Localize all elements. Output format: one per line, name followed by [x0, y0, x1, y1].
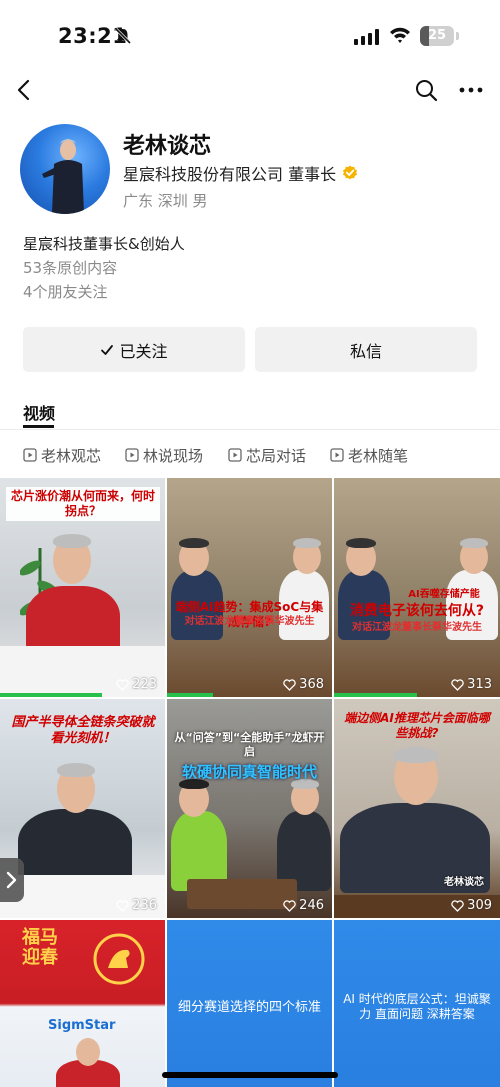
like-count-text: 313	[467, 677, 492, 692]
logo-text: SigmStar	[48, 1018, 116, 1033]
playlist-icon	[228, 448, 242, 462]
status-bar: 23:21 25	[0, 0, 500, 72]
person-face	[76, 1038, 100, 1066]
avatar-image	[42, 139, 84, 214]
verified-badge-icon	[343, 165, 358, 180]
video-thumbnail[interactable]: 从“问答”到“全能助手”龙虾开启 软硬协同真智能时代 246	[167, 699, 332, 918]
search-icon[interactable]	[414, 78, 438, 102]
home-indicator[interactable]	[162, 1072, 338, 1078]
bio-title: 星宸科技董事长&创始人	[23, 235, 185, 253]
chevron-right-icon	[6, 871, 17, 889]
verification-line: 星宸科技股份有限公司 董事长	[123, 162, 358, 184]
signal-icon	[354, 29, 379, 45]
message-button[interactable]: 私信	[255, 327, 477, 372]
chip-linshuo-xianchang[interactable]: 林说现场	[125, 445, 203, 465]
followed-button[interactable]: 已关注	[23, 327, 245, 372]
nav-bar	[0, 72, 500, 108]
video-topline: 从“问答”到“全能助手”龙虾开启	[174, 731, 325, 758]
chip-laolin-guanxin[interactable]: 老林观芯	[23, 445, 101, 465]
person-hair	[394, 747, 438, 763]
like-count: 223	[116, 677, 157, 692]
video-caption: AI 时代的底层公式：坦诚聚力 直面问题 深耕答案	[343, 992, 491, 1021]
video-thumbnail[interactable]: 福马迎春 SigmStar	[0, 920, 165, 1087]
video-subcaption: 对话江波龙董事长蔡华波先生	[184, 616, 315, 627]
playlist-icon	[330, 448, 344, 462]
avatar[interactable]	[20, 124, 110, 214]
original-content-count[interactable]: 53条原创内容	[23, 257, 117, 278]
chip-label: 老林随笔	[348, 446, 409, 465]
heart-icon	[451, 678, 464, 691]
heart-icon	[451, 899, 464, 912]
watch-progress-bar	[167, 693, 214, 697]
chip-label: 林说现场	[143, 446, 204, 465]
watch-progress-bar	[0, 693, 103, 697]
back-icon[interactable]	[14, 78, 36, 102]
desk	[187, 879, 297, 909]
playlist-icon	[125, 448, 139, 462]
like-count: 313	[451, 677, 492, 692]
chip-laolin-suibi[interactable]: 老林随笔	[330, 445, 408, 465]
video-caption: 芯片涨价潮从何而来，何时拐点？	[6, 487, 160, 521]
video-caption: 福马迎春	[22, 927, 58, 968]
person-hair	[179, 538, 209, 548]
heart-icon	[116, 678, 129, 691]
profile-name: 老林谈芯	[123, 134, 212, 159]
like-count-text: 368	[299, 677, 324, 692]
like-count-text: 309	[467, 898, 492, 913]
battery-indicator: 25	[420, 26, 454, 46]
like-count: 368	[283, 677, 324, 692]
like-count: 236	[116, 898, 157, 913]
bell-slash-icon	[114, 27, 132, 45]
heart-icon	[283, 899, 296, 912]
video-thumbnail[interactable]: 端侧AI趋势：集成SoC与集成存储? 对话江波龙董事长蔡华波先生 368	[167, 478, 332, 697]
video-thumbnail[interactable]: 端边侧AI推理芯片会面临哪些挑战? 老林谈芯 309	[334, 699, 500, 918]
check-icon	[101, 344, 114, 355]
tab-video[interactable]: 视频	[23, 400, 55, 424]
chip-xinju-duihua[interactable]: 芯局对话	[228, 445, 306, 465]
person-hair	[346, 538, 376, 548]
playlist-icon	[23, 448, 37, 462]
like-count: 246	[283, 898, 324, 913]
person-hair	[53, 534, 91, 548]
video-caption: 国产半导体全链条突破就看光刻机！	[11, 715, 155, 747]
side-expand-handle[interactable]	[0, 858, 24, 902]
video-thumbnail[interactable]: 芯片涨价潮从何而来，何时拐点？ 223	[0, 478, 165, 697]
person-hair	[460, 538, 488, 548]
friends-following[interactable]: 4个朋友关注	[23, 281, 108, 302]
like-count: 309	[451, 898, 492, 913]
watch-progress-bar	[334, 693, 417, 697]
like-count-text: 236	[132, 898, 157, 913]
horse-seal-icon	[93, 933, 145, 985]
video-caption: 细分赛道选择的四个标准	[177, 1000, 321, 1015]
battery-percent: 25	[427, 28, 447, 43]
video-caption: 端边侧AI推理芯片会面临哪些挑战?	[344, 711, 490, 740]
like-count-text: 223	[132, 677, 157, 692]
video-thumbnail[interactable]: AI吞噬存储产能 消费电子该何去何从? 对话江波龙董事长蔡华波先生 313	[334, 478, 500, 697]
video-subcaption: 对话江波龙董事长蔡华波先生	[352, 622, 482, 633]
more-icon[interactable]	[458, 78, 484, 102]
profile-location-gender: 广东 深圳 男	[123, 192, 208, 210]
battery-tip	[456, 32, 459, 40]
like-count-text: 246	[299, 898, 324, 913]
wifi-icon	[390, 27, 410, 43]
video-topline: AI吞噬存储产能	[408, 589, 480, 600]
tab-divider	[0, 429, 500, 430]
message-label: 私信	[349, 341, 382, 361]
video-thumbnail[interactable]: 细分赛道选择的四个标准	[167, 920, 332, 1087]
heart-icon	[116, 899, 129, 912]
video-thumbnail[interactable]: 国产半导体全链条突破就看光刻机！ 236	[0, 699, 165, 918]
tab-active-underline	[23, 425, 54, 428]
chip-label: 芯局对话	[246, 446, 307, 465]
video-caption: 消费电子该何去何从?	[349, 603, 485, 619]
followed-label: 已关注	[119, 341, 168, 361]
video-thumbnail[interactable]: AI 时代的底层公式：坦诚聚力 直面问题 深耕答案	[334, 920, 500, 1087]
chip-label: 老林观芯	[41, 446, 102, 465]
person-hair	[57, 763, 95, 777]
video-caption: 软硬协同真智能时代	[181, 763, 317, 781]
verification-text: 星宸科技股份有限公司 董事长	[123, 165, 337, 184]
heart-icon	[283, 678, 296, 691]
person-hair	[293, 538, 321, 548]
watermark: 老林谈芯	[444, 877, 484, 888]
